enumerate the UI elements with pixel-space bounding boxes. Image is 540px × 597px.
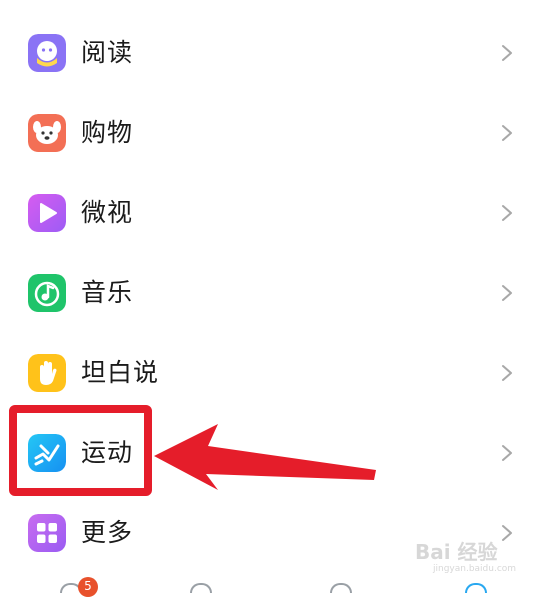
chevron-right-icon	[500, 284, 514, 302]
menu-item-reading[interactable]: 阅读	[0, 13, 540, 93]
highlight-box	[9, 405, 152, 496]
menu-item-label: 坦白说	[81, 358, 160, 387]
chevron-right-icon	[500, 44, 514, 62]
watermark-main-text: Bai 经验	[415, 540, 498, 564]
reading-mascot-icon	[28, 34, 66, 72]
shopping-dog-icon	[28, 114, 66, 152]
baidu-jingyan-watermark: Bai 经验 jingyan.baidu.com	[415, 530, 535, 580]
hand-icon	[28, 354, 66, 392]
menu-item-music[interactable]: 音乐	[0, 253, 540, 333]
music-note-icon	[28, 274, 66, 312]
unread-badge: 5	[78, 577, 98, 597]
weishi-play-icon	[28, 194, 66, 232]
watermark-sub-text: jingyan.baidu.com	[433, 564, 517, 574]
menu-item-label: 微视	[81, 198, 134, 227]
menu-item-shopping[interactable]: 购物	[0, 93, 540, 173]
menu-item-label: 阅读	[81, 38, 134, 67]
chevron-right-icon	[500, 204, 514, 222]
chevron-right-icon	[500, 124, 514, 142]
grid-more-icon	[28, 514, 66, 552]
menu-item-weishi[interactable]: 微视	[0, 173, 540, 253]
menu-item-label: 更多	[81, 518, 134, 547]
chevron-right-icon	[500, 444, 514, 462]
menu-item-label: 购物	[81, 118, 134, 147]
chevron-right-icon	[500, 364, 514, 382]
menu-item-label: 音乐	[81, 278, 134, 307]
menu-item-tanbaishuo[interactable]: 坦白说	[0, 333, 540, 413]
pointer-arrow-icon	[150, 418, 380, 494]
